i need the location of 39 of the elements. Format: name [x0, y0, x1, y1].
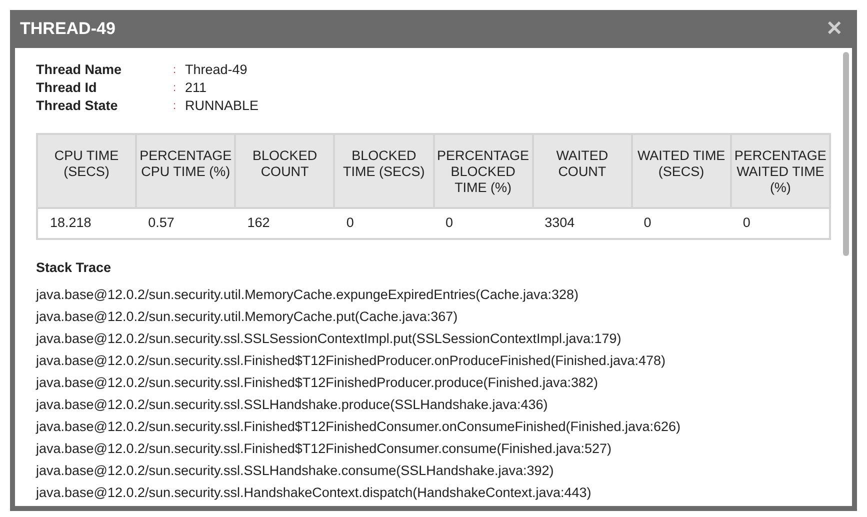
- field-value: 211: [185, 79, 208, 97]
- stack-frame: java.base@12.0.2/sun.security.ssl.Finished$T12FinishedConsumer.consume(Finished.java:527): [36, 438, 612, 460]
- separator: :: [173, 81, 178, 96]
- column-header: PERCENTAGE BLOCKED TIME (%): [434, 134, 533, 208]
- table-cell: 162: [235, 208, 334, 239]
- column-header: PERCENTAGE WAITED TIME (%): [730, 134, 830, 208]
- stack-frame: java.base@12.0.2/sun.security.ssl.HandshakeContext.dispatch(HandshakeContext.java:443): [36, 482, 592, 504]
- table-cell: 0: [632, 208, 731, 239]
- column-header: BLOCKED COUNT: [235, 134, 334, 208]
- stack-frame: java.base@12.0.2/sun.security.ssl.Finished$T12FinishedProducer.onProduceFinished(Finished.java:478): [36, 350, 666, 372]
- column-header: BLOCKED TIME (SECS): [334, 134, 434, 208]
- separator: :: [173, 99, 178, 114]
- table-cell: 3304: [532, 208, 632, 239]
- column-header: WAITED COUNT: [532, 134, 632, 208]
- field-label: Thread State: [36, 97, 119, 115]
- table-cell: 18.218: [37, 208, 136, 239]
- stack-frame: java.base@12.0.2/sun.security.ssl.Finished$T12FinishedConsumer.onConsumeFinished(Finished.java:626): [36, 416, 681, 438]
- section-title: Stack Trace: [36, 259, 112, 277]
- table-cell: 0: [334, 208, 434, 239]
- stack-frame: java.base@12.0.2/sun.security.ssl.SSLHandshake.consume(SSLHandshake.java:392): [36, 460, 554, 482]
- separator: :: [173, 63, 178, 78]
- field-value: RUNNABLE: [185, 97, 259, 115]
- table-cell: 0: [434, 208, 533, 239]
- window-title: THREAD-49: [20, 18, 116, 40]
- table-cell: 0: [730, 208, 830, 239]
- stack-frame: java.base@12.0.2/sun.security.util.MemoryCache.put(Cache.java:367): [36, 306, 458, 328]
- field-label: Thread Id: [36, 79, 98, 97]
- close-button[interactable]: ✕: [822, 19, 847, 39]
- table-cell: 0.57: [136, 208, 236, 239]
- stack-frame: java.base@12.0.2/sun.security.ssl.SSLSessionContextImpl.put(SSLSessionContextImpl.java:179): [36, 328, 622, 350]
- stack-frame: java.base@12.0.2/sun.security.ssl.Finished$T12FinishedProducer.produce(Finished.java:382): [36, 372, 598, 394]
- column-header: WAITED TIME (SECS): [632, 134, 731, 208]
- stack-frame: java.base@12.0.2/sun.security.ssl.SSLHandshake.produce(SSLHandshake.java:436): [36, 394, 548, 416]
- stack-frame: java.base@12.0.2/sun.security.util.MemoryCache.expungeExpiredEntries(Cache.java:328): [36, 284, 578, 306]
- field-label: Thread Name: [36, 61, 123, 79]
- field-value: Thread-49: [185, 61, 248, 79]
- column-header: PERCENTAGE CPU TIME (%): [136, 134, 236, 208]
- scrollbar-thumb[interactable]: [843, 52, 849, 256]
- column-header: CPU TIME (SECS): [37, 134, 136, 208]
